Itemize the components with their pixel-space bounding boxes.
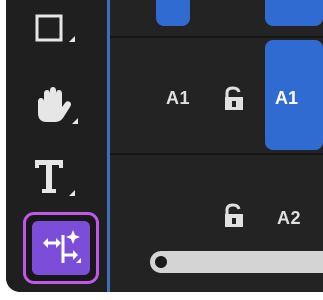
type-tool-icon bbox=[35, 160, 75, 196]
track-target-button[interactable]: A1 bbox=[265, 40, 323, 150]
hand-tool-icon bbox=[38, 87, 78, 124]
unlock-icon bbox=[225, 203, 243, 227]
hand-tool-button[interactable] bbox=[25, 80, 85, 134]
editor-window: A1 A1 A2 bbox=[6, 0, 323, 292]
rectangle-tool-button[interactable] bbox=[25, 4, 85, 58]
track-lock-toggle[interactable] bbox=[222, 86, 246, 117]
clip[interactable] bbox=[265, 0, 323, 26]
track-target-label[interactable]: A2 bbox=[277, 208, 301, 229]
track-target-label: A1 bbox=[275, 88, 299, 108]
track-select-tool-icon bbox=[43, 230, 81, 263]
track-source-label[interactable]: A1 bbox=[166, 88, 190, 109]
timeline-panel: A1 A1 A2 bbox=[110, 0, 323, 292]
clip[interactable] bbox=[156, 0, 190, 26]
track-divider bbox=[110, 36, 323, 38]
rectangle-tool-icon bbox=[35, 14, 75, 42]
track-divider bbox=[110, 153, 323, 155]
track-select-tool-button[interactable] bbox=[23, 212, 99, 284]
track-lock-toggle[interactable] bbox=[222, 203, 246, 234]
unlock-icon bbox=[225, 86, 243, 110]
tools-panel bbox=[6, 0, 107, 292]
type-tool-button[interactable] bbox=[25, 150, 85, 204]
track-select-tool-active-bg bbox=[32, 221, 90, 275]
zoom-scrollbar[interactable] bbox=[150, 251, 323, 273]
scrollbar-handle[interactable] bbox=[153, 254, 169, 270]
